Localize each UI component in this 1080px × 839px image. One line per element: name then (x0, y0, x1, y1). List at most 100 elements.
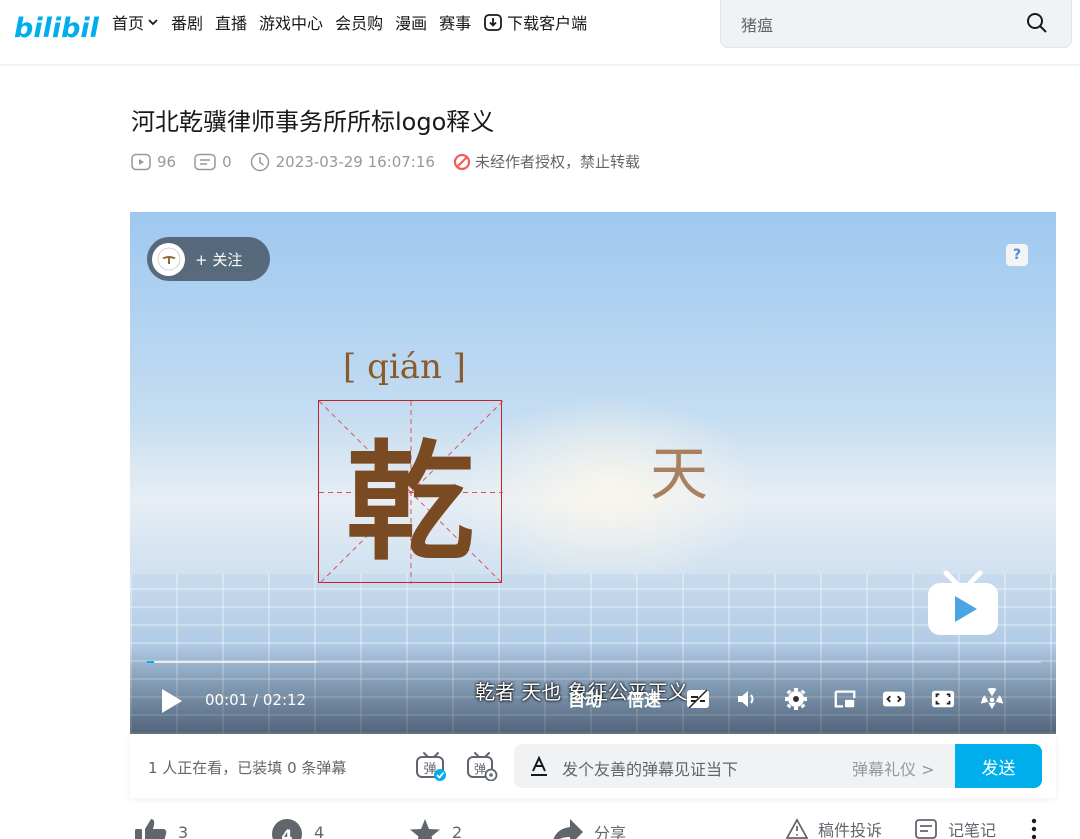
time-display: 00:01 / 02:12 (205, 691, 306, 709)
more-options-button[interactable] (1030, 817, 1048, 839)
quality-button[interactable]: 自动 (568, 686, 602, 711)
nav-game-center-label: 游戏中心 (259, 14, 324, 33)
danmaku-settings-icon[interactable]: 弹 (466, 751, 498, 781)
video-meta: 96 0 2023-03-29 16:07:16 未经作者授权，禁止转载 (131, 151, 640, 172)
progress-buffer (147, 661, 317, 663)
view-count-value: 96 (157, 152, 177, 171)
font-style-icon[interactable] (528, 755, 550, 777)
share-button[interactable]: 分享 (550, 817, 626, 839)
play-icon[interactable] (160, 688, 184, 714)
nav-anime[interactable]: 番剧 (171, 10, 203, 34)
help-icon[interactable]: ? (1006, 244, 1028, 266)
nav-anime-label: 番剧 (171, 14, 204, 33)
download-icon (484, 14, 503, 31)
nav-download-client[interactable]: 下载客户端 (483, 10, 587, 34)
character-grid: 乾 (318, 400, 503, 584)
nav-esports[interactable]: 赛事 (439, 10, 471, 34)
search-icon[interactable] (1025, 11, 1049, 35)
svg-text:bilibili: bilibili (14, 13, 100, 44)
report-button[interactable]: 稿件投诉 (786, 817, 882, 839)
volume-button[interactable] (735, 687, 759, 711)
subtitle-toggle[interactable] (686, 687, 710, 711)
coin-count: 4 (314, 822, 325, 839)
copyright-notice: 未经作者授权，禁止转载 (453, 151, 640, 172)
search-input[interactable]: 猪瘟 (741, 12, 773, 36)
report-label: 稿件投诉 (818, 821, 883, 839)
thumbs-up-icon (135, 819, 167, 839)
notes-button[interactable]: 记笔记 (914, 817, 996, 839)
widescreen-icon (882, 691, 906, 706)
copyright-notice-text: 未经作者授权，禁止转载 (474, 153, 640, 171)
clock-icon (250, 152, 269, 171)
nav-live-label: 直播 (215, 14, 248, 33)
danmaku-count: 0 (194, 153, 232, 171)
time-total: 02:12 (262, 691, 307, 709)
chevron-down-icon (148, 19, 158, 26)
pip-button[interactable] (833, 687, 857, 711)
share-label: 分享 (594, 824, 627, 839)
uploader-logo-icon (157, 247, 180, 271)
follow-uploader-button[interactable]: + 关注 (147, 237, 270, 281)
video-actions: 3 4 4 2 分享 稿件投诉 记笔记 (130, 817, 1056, 839)
volume-icon (738, 690, 754, 707)
danmaku-count-icon (194, 153, 216, 170)
search-box[interactable]: 猪瘟 (720, 0, 1072, 48)
nav-home[interactable]: 首页 (112, 10, 159, 34)
danmaku-input[interactable]: 发个友善的弹幕见证当下 (562, 756, 738, 780)
nav-manga[interactable]: 漫画 (395, 10, 427, 34)
like-count: 3 (178, 822, 189, 839)
nav-manga-label: 漫画 (395, 14, 428, 33)
like-button[interactable]: 3 (134, 817, 188, 839)
speed-button[interactable]: 倍速 (627, 686, 661, 711)
side-character: 天 (650, 440, 709, 508)
send-danmaku-button[interactable]: 发送 (955, 744, 1042, 788)
bilibili-logo[interactable]: bilibili (14, 10, 109, 44)
prohibited-icon (453, 153, 471, 170)
danmaku-etiquette-link[interactable]: 弹幕礼仪 > (852, 756, 935, 780)
widescreen-button[interactable] (882, 687, 906, 711)
publish-time-value: 2023-03-29 16:07:16 (275, 152, 435, 171)
nav-mall-label: 会员购 (335, 14, 384, 33)
viewer-count-text: 1 人正在看，已装填 0 条弹幕 (148, 759, 347, 777)
favorite-button[interactable]: 2 (408, 817, 462, 839)
coin-button[interactable]: 4 4 (270, 817, 324, 839)
pinyin-text: [ qián ] (343, 347, 466, 387)
coin-icon-label: 4 (281, 826, 292, 839)
nav-live[interactable]: 直播 (215, 10, 247, 34)
favorite-count: 2 (452, 822, 463, 839)
gear-icon (785, 687, 807, 710)
subtitle-icon (687, 688, 709, 709)
help-icon-label: ? (1012, 247, 1022, 263)
danmaku-bar: 1 人正在看，已装填 0 条弹幕 弹 弹 发个友善的弹幕见证当下 弹幕礼仪 > … (130, 734, 1056, 798)
notes-icon (915, 819, 937, 839)
share-icon (553, 819, 583, 839)
video-title: 河北乾骥律师事务所所标logo释义 (131, 108, 495, 136)
fullscreen-button[interactable] (980, 687, 1004, 711)
danmaku-toggle-icon[interactable]: 弹 (415, 751, 447, 781)
picture-in-picture-icon (834, 689, 856, 708)
view-count: 96 (131, 153, 176, 171)
danmaku-input-area[interactable]: 发个友善的弹幕见证当下 弹幕礼仪 > 发送 (514, 744, 1042, 788)
nav-game-center[interactable]: 游戏中心 (259, 10, 323, 34)
video-player[interactable]: + 关注 ? [ qián ] 乾 天 乾者 天也 象征公平正义 00:01 /… (130, 212, 1056, 734)
uploader-avatar (152, 242, 185, 276)
web-fullscreen-icon (931, 690, 955, 707)
send-label: 发送 (981, 758, 1016, 779)
nav-esports-label: 赛事 (439, 14, 472, 33)
progress-bar[interactable] (147, 661, 1041, 663)
time-current: 00:01 (205, 691, 249, 709)
more-vertical-icon (1031, 818, 1037, 839)
coin-icon: 4 (272, 819, 302, 839)
publish-time: 2023-03-29 16:07:16 (250, 152, 435, 172)
web-fullscreen-button[interactable] (931, 687, 955, 711)
bilibili-tv-icon (928, 570, 998, 635)
nav-mall[interactable]: 会员购 (335, 10, 383, 34)
danmaku-settings-label: 弹 (474, 762, 486, 776)
follow-label: + 关注 (195, 250, 243, 269)
radiation-icon (980, 687, 1004, 709)
settings-button[interactable] (784, 687, 808, 711)
progress-fill (147, 661, 154, 663)
main-character: 乾 (345, 428, 474, 578)
star-icon (410, 819, 440, 839)
nav-download-label: 下载客户端 (507, 14, 588, 33)
